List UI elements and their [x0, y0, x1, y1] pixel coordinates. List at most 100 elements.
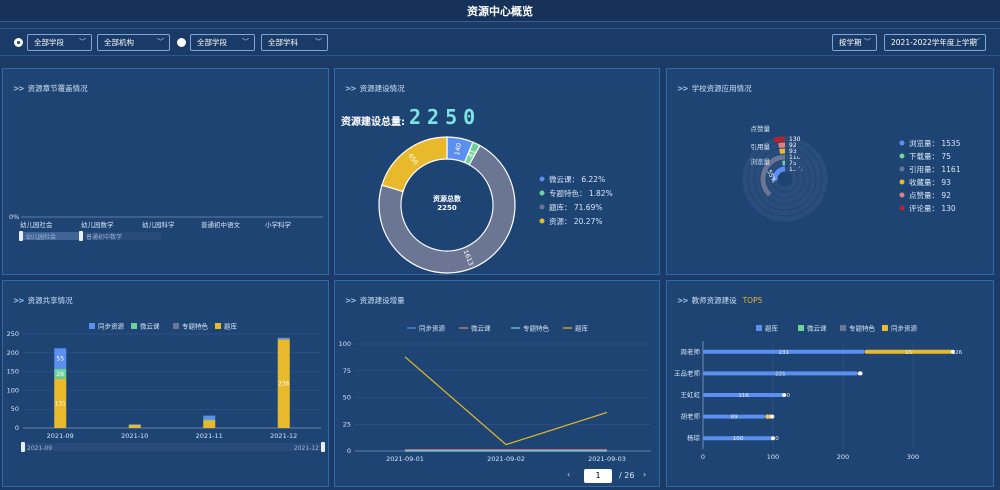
school-level-select-1-value: 全部学段 — [34, 38, 64, 47]
next-page-icon[interactable]: › — [643, 470, 646, 479]
page-input[interactable]: 1 — [584, 469, 612, 483]
bar-value-label: 10 — [765, 415, 772, 421]
bar-segment[interactable] — [277, 337, 290, 340]
ring-arc[interactable] — [779, 148, 786, 154]
term-select[interactable]: 2021-2022学年度上学期 ﹀ — [884, 34, 986, 51]
x-tick-label: 0 — [701, 453, 705, 461]
y-tick-label: 杨琼 — [687, 433, 701, 442]
school-usage-ring-chart: 15357511619392130 点赞量 引用量 浏览量 55% 浏览量： 1… — [742, 124, 961, 222]
x-tick-label: 2021-09-01 — [386, 455, 424, 463]
term-mode-select[interactable]: 按学期 ﹀ — [832, 34, 877, 51]
zoom-slider-end-label: 普通初中数学 — [86, 233, 122, 241]
legend-item: 浏览量： 1535 — [909, 138, 961, 148]
ring-label-browse: 浏览量 — [751, 157, 771, 166]
institution-select[interactable]: 全部机构 ﹀ — [97, 34, 170, 51]
donut-legend: 微云课： 6.22% 专题特色： 1.82% 题库： 71.69% 资源： 20.27… — [539, 174, 613, 226]
bar-value-label: 131 — [55, 400, 67, 407]
legend-label: 专题特色 — [182, 322, 209, 331]
y-tick-label: 0 — [347, 447, 351, 455]
category-label-3: 幼儿园科学 — [142, 220, 175, 229]
chevron-down-icon: ﹀ — [242, 38, 249, 46]
subject-select[interactable]: 全部学科 ﹀ — [261, 34, 328, 51]
y-tick-label: 100 — [339, 340, 351, 348]
ring-arc[interactable] — [773, 136, 786, 143]
bar-segment[interactable] — [128, 424, 141, 428]
legend-item: 题库： 71.69% — [549, 202, 602, 212]
chapter-coverage-panel: >> 资源章节覆盖情况 0% 幼儿园社会 幼儿园数学 幼儿园科学 普通初中语文 小… — [2, 68, 329, 275]
teacher-axes: 0 100 200 300周老师王品老师王虹虹胡老师杨琼 — [674, 341, 919, 461]
prev-page-icon[interactable]: ‹ — [567, 470, 570, 479]
page-title: 资源中心概览 — [467, 5, 533, 18]
legend-label: 题库 — [224, 322, 238, 331]
series-line[interactable] — [404, 356, 608, 446]
legend-label: 同步资源 — [98, 322, 125, 331]
bar-segment[interactable] — [203, 415, 216, 420]
legend-label: 专题特色 — [849, 324, 876, 333]
y-tick-label: 胡老师 — [681, 412, 701, 421]
zoom-slider-handle-left[interactable] — [21, 442, 25, 452]
teacher-legend: 题库 微云课 专题特色 同步资源 — [756, 324, 918, 333]
legend-label: 题库 — [765, 324, 779, 333]
legend-dot — [899, 179, 905, 185]
x-tick-label: 200 — [837, 453, 849, 461]
institution-select-value: 全部机构 — [104, 38, 134, 47]
legend-swatch — [798, 325, 804, 331]
y-tick-label: 250 — [7, 330, 19, 338]
bar-value-label: 55 — [56, 356, 64, 363]
donut-center-value: 2250 — [437, 204, 457, 212]
y-tick-label: 50 — [11, 405, 19, 413]
y-tick-label: 75 — [343, 367, 351, 375]
y-tick-label: 25 — [343, 420, 351, 428]
legend-swatch — [131, 323, 137, 329]
legend-dot — [899, 153, 905, 159]
legend-item: 微云课： 6.22% — [549, 174, 605, 184]
radio-by-institution[interactable] — [14, 38, 23, 47]
subject-select-value: 全部学科 — [268, 38, 298, 47]
ring-arc[interactable] — [778, 142, 786, 149]
legend-dot — [899, 205, 905, 211]
usage-legend: 浏览量： 1535 下载量： 75 引用量： 1161 收藏量： 93 点赞量： 92 评… — [899, 138, 961, 213]
legend-label: 同步资源 — [891, 324, 918, 333]
radio-by-subject[interactable] — [177, 38, 186, 47]
legend-swatch — [882, 325, 888, 331]
ring-value-label: 92 — [789, 142, 797, 149]
construction-panel: >> 资源建设情况 资源建设总量: 2250 140 41 1613 456 资源总数 … — [334, 68, 660, 275]
legend-dot — [539, 204, 545, 210]
bar-segment[interactable] — [203, 420, 216, 428]
bar-value-label: 231 — [779, 350, 790, 356]
bar-value-label: 126 — [952, 350, 963, 356]
category-label-1: 幼儿园社会 — [20, 220, 53, 229]
growth-panel: >> 资源建设增量 同步资源 微云课 专题特色 题库 0 25 50 75 100 2021-09… — [334, 280, 660, 487]
legend-dot — [539, 176, 545, 182]
school-level-select-1[interactable]: 全部学段 ﹀ — [27, 34, 92, 51]
legend-dot — [899, 140, 905, 146]
ring-value-label: 130 — [789, 136, 801, 143]
zero-percent-label: 0% — [9, 213, 19, 221]
legend-dot — [539, 218, 545, 224]
ring-label-cite: 引用量 — [751, 142, 771, 151]
zoom-slider-handle-right[interactable] — [79, 231, 83, 241]
y-tick-label: 王虹虹 — [681, 390, 701, 399]
category-label-5: 小学科学 — [265, 220, 292, 229]
sharing-bar-chart: 同步资源 微云课 专题特色 题库 0 50 100 150 200 250 2021-09 2021… — [7, 322, 325, 452]
legend-swatch — [756, 325, 762, 331]
bar-value-label: 0 — [775, 436, 779, 442]
school-level-select-2-value: 全部学段 — [197, 38, 227, 47]
x-tick-label: 300 — [907, 453, 919, 461]
x-tick-label: 2021-09-02 — [487, 455, 525, 463]
y-tick-label: 50 — [343, 394, 351, 402]
y-tick-label: 150 — [7, 368, 19, 376]
legend-item: 点赞量： 92 — [909, 190, 951, 200]
teacher-top5-panel: >> 教师资源建设 TOP5 题库 微云课 专题特色 同步资源 0 100 200 300 周老师… — [666, 280, 994, 487]
term-mode-select-value: 按学期 — [839, 38, 862, 47]
category-label-4: 普通初中语文 — [201, 220, 241, 229]
legend-dot — [539, 190, 545, 196]
legend-swatch — [89, 323, 95, 329]
bar-segment[interactable] — [128, 424, 141, 425]
chevron-down-icon: ﹀ — [864, 38, 871, 46]
school-level-select-2[interactable]: 全部学段 ﹀ — [190, 34, 255, 51]
zoom-slider-handle-left[interactable] — [19, 231, 23, 241]
bar-segment[interactable] — [203, 419, 216, 421]
zoom-slider-handle-right[interactable] — [321, 442, 325, 452]
legend-label: 同步资源 — [419, 324, 446, 333]
